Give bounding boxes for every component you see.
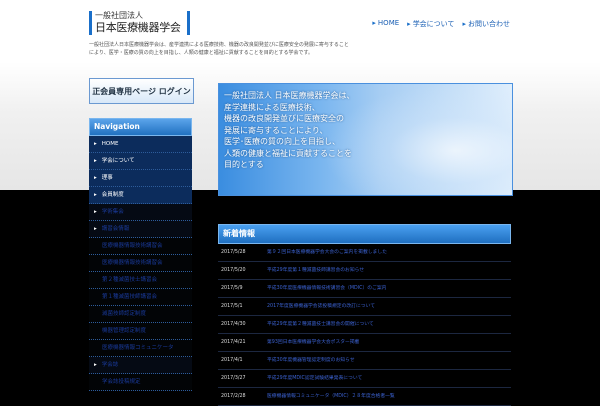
news-link[interactable]: 第９２回日本医療機器学会大会のご案内を掲載しました xyxy=(267,244,387,261)
news-row: 2017/4/1 平成30年度機器管理認定制度のお知らせ xyxy=(218,352,511,370)
news-row: 2017/4/21 第93回日本医療機器学会大会ポスター掲載 xyxy=(218,334,511,352)
hero-line: 医学･医療の質の向上を目指し、 xyxy=(224,137,340,146)
hero-line: 人類の健康と福祉に貢献することを xyxy=(224,148,352,158)
intro-text: 一般社団法人日本医療機器学会は、産学連携による医療技術、機器の改良開発並びに医療… xyxy=(89,42,349,56)
logo-line1: 一般社団法人 xyxy=(95,11,143,20)
member-login-button[interactable]: 正会員専用ページ ログイン xyxy=(89,78,194,104)
news-date: 2017/4/21 xyxy=(221,340,246,345)
hero-line: 機器の改良開発並びに医療安全の xyxy=(224,114,344,123)
sidebar-item[interactable]: 医療機器情報技術講習会 xyxy=(89,238,192,255)
news-link[interactable]: 2017年度医療機器学会誌投稿規定の改訂について xyxy=(267,298,375,315)
news-link[interactable]: 平成29年度第１種滅菌技師講習会のお知らせ xyxy=(267,262,364,279)
top-nav-about[interactable]: 学会について xyxy=(407,19,455,29)
sidebar-item[interactable]: 講習会情報 xyxy=(89,221,192,238)
news-link[interactable]: 第93回日本医療機器学会大会ポスター掲載 xyxy=(267,334,359,351)
sidebar-item[interactable]: 会員制度 xyxy=(89,187,192,204)
hero-line: 発展に寄与することにより、 xyxy=(224,125,328,135)
news-date: 2017/2/28 xyxy=(221,394,246,399)
sidebar-item[interactable]: 学会誌投稿規定 xyxy=(89,374,192,391)
news-link[interactable]: 平成29年度MDIC認定試験結果発表について xyxy=(267,370,362,387)
top-nav-home[interactable]: HOME xyxy=(372,19,399,29)
news-date: 2017/5/9 xyxy=(221,286,243,291)
news-row: 2017/3/27 平成29年度MDIC認定試験結果発表について xyxy=(218,370,511,388)
header-bar: 一般社団法人 日本医療機器学会 HOME 学会について お問い合わせ 一般社団法… xyxy=(0,0,600,62)
sidebar-item[interactable]: 学術集会 xyxy=(89,204,192,221)
news-link[interactable]: 平成29年度第２種滅菌技士講習会の開催について xyxy=(267,316,374,333)
news-row: 2017/5/28 第９２回日本医療機器学会大会のご案内を掲載しました xyxy=(218,244,511,262)
news-date: 2017/3/27 xyxy=(221,376,246,381)
news-row: 2017/5/9 平成30年度医療機器情報技術講習会（MDIC）のご案内 xyxy=(218,280,511,298)
sidebar-item[interactable]: 学会誌 xyxy=(89,357,192,374)
hero-line: 目的とする xyxy=(224,160,264,169)
sidebar-item[interactable]: 第１種滅菌技師講習会 xyxy=(89,289,192,306)
news-link[interactable]: 平成30年度機器管理認定制度のお知らせ xyxy=(267,352,355,369)
news-date: 2017/4/1 xyxy=(221,358,243,363)
news-link[interactable]: 医療機器情報コミュニケータ（MDIC）２８年度合格者一覧 xyxy=(267,388,395,405)
news-date: 2017/4/30 xyxy=(221,322,246,327)
news-row: 2017/4/30 平成29年度第２種滅菌技士講習会の開催について xyxy=(218,316,511,334)
logo-line2: 日本医療機器学会 xyxy=(95,21,181,34)
sidebar-item[interactable]: 第２種滅菌技士講習会 xyxy=(89,272,192,289)
news-row: 2017/5/20 平成29年度第１種滅菌技師講習会のお知らせ xyxy=(218,262,511,280)
top-nav: HOME 学会について お問い合わせ xyxy=(372,19,510,29)
news-list: 2017/5/28 第９２回日本医療機器学会大会のご案内を掲載しました 2017/5… xyxy=(218,244,511,406)
news-section: 新着情報 2017/5/28 第９２回日本医療機器学会大会のご案内を掲載しました 2… xyxy=(218,224,511,406)
news-link[interactable]: 平成30年度医療機器情報技術講習会（MDIC）のご案内 xyxy=(267,280,386,297)
sidebar-item[interactable]: 医療機器情報コミュニケータ xyxy=(89,340,192,357)
news-date: 2017/5/20 xyxy=(221,268,246,273)
news-row: 2017/2/28 医療機器情報コミュニケータ（MDIC）２８年度合格者一覧 xyxy=(218,388,511,406)
sidebar-item[interactable]: 学会について xyxy=(89,153,192,170)
sidebar-item[interactable]: 医療機器情報技術講習会 xyxy=(89,255,192,272)
sidebar-item[interactable]: 機器管理認定制度 xyxy=(89,323,192,340)
news-header: 新着情報 xyxy=(218,224,511,244)
sidebar-item[interactable]: HOME xyxy=(89,136,192,153)
sidebar-items: HOME学会について理事会員制度学術集会講習会情報医療機器情報技術講習会医療機器… xyxy=(89,136,192,391)
hero-line: 産学連携による医療技術、 xyxy=(224,102,320,112)
sidebar-header: Navigation xyxy=(89,118,192,136)
hero-line: 一般社団法人 日本医療機器学会は、 xyxy=(224,91,355,100)
news-row: 2017/5/1 2017年度医療機器学会誌投稿規定の改訂について xyxy=(218,298,511,316)
hero-banner: 一般社団法人 日本医療機器学会は、 産学連携による医療技術、 機器の改良開発並び… xyxy=(218,83,513,196)
sidebar-item[interactable]: 理事 xyxy=(89,170,192,187)
news-date: 2017/5/28 xyxy=(221,250,246,255)
sidebar-nav: Navigation HOME学会について理事会員制度学術集会講習会情報医療機器… xyxy=(89,118,192,391)
top-nav-contact[interactable]: お問い合わせ xyxy=(462,19,510,29)
news-date: 2017/5/1 xyxy=(221,304,243,309)
sidebar-item[interactable]: 滅菌技師認定制度 xyxy=(89,306,192,323)
hero-text: 一般社団法人 日本医療機器学会は、 産学連携による医療技術、 機器の改良開発並び… xyxy=(224,90,414,171)
site-logo[interactable]: 一般社団法人 日本医療機器学会 xyxy=(89,11,190,35)
